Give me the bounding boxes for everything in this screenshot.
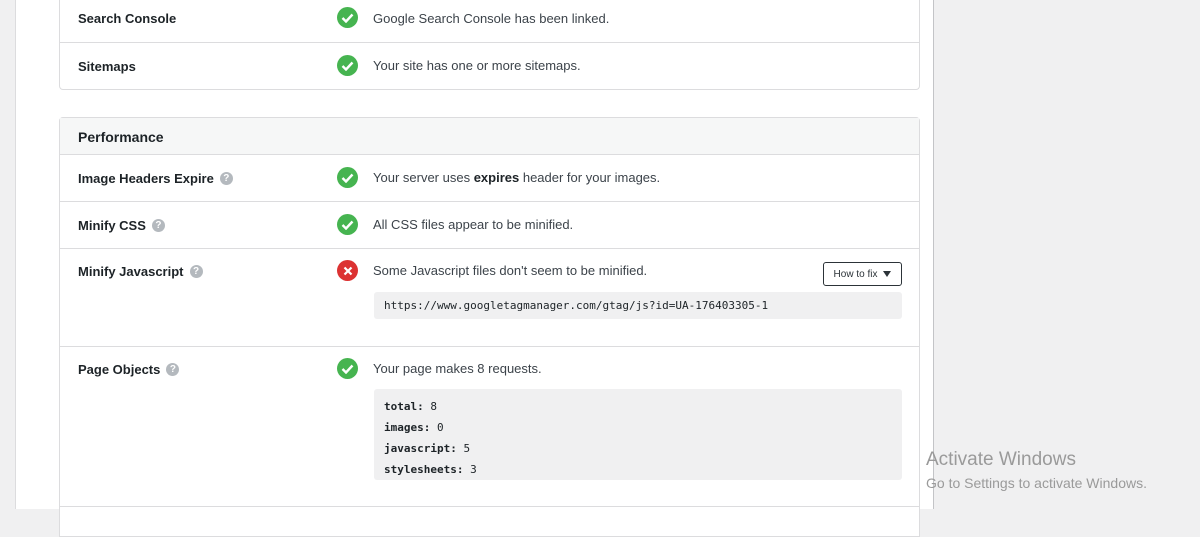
activate-windows-watermark: Activate Windows Go to Settings to activ… [926,449,1147,491]
message-text: header for your images. [519,170,661,185]
request-stats-box: total: 8 images: 0 javascript: 5 stylesh… [374,389,902,480]
unminified-url-box: https://www.googletagmanager.com/gtag/js… [374,292,902,319]
row-label-wrap: Minify CSS ? [78,218,165,233]
row-message: Your page makes 8 requests. [373,361,542,376]
help-icon[interactable]: ? [189,265,203,278]
row-image-headers-expire: Image Headers Expire ? Your server uses … [60,155,919,202]
row-minify-javascript: Minify Javascript ? Some Javascript file… [60,249,919,347]
row-sitemaps: Sitemaps Your site has one or more sitem… [60,43,919,90]
stat-value: 8 [430,400,437,413]
row-label: Search Console [78,11,177,26]
check-icon [337,7,358,28]
basic-seo-card: Search Console Google Search Console has… [59,0,920,90]
row-label-wrap: Image Headers Expire ? [78,171,233,186]
row-message: Your site has one or more sitemaps. [373,58,581,73]
row-label: Minify Javascript [78,264,184,279]
how-to-fix-button[interactable]: How to fix [823,262,902,286]
stat-value: 3 [470,463,477,476]
stat-value: 5 [463,442,471,455]
error-x-icon [337,260,358,281]
message-emphasis: expires [473,170,520,185]
row-search-console: Search Console Google Search Console has… [60,0,919,43]
row-message: All CSS files appear to be minified. [373,217,574,232]
row-label: Sitemaps [78,59,136,74]
stat-key: images: [384,421,431,434]
row-message: Some Javascript files don't seem to be m… [373,263,648,278]
content-panel: Search Console Google Search Console has… [15,0,934,537]
stat-line: stylesheets: 3 [384,459,892,480]
caret-down-icon [883,271,892,277]
watermark-title: Activate Windows [926,449,1076,470]
row-minify-css: Minify CSS ? All CSS files appear to be … [60,202,919,249]
performance-card: Performance Image Headers Expire ? Your … [59,117,920,537]
unminified-url: https://www.googletagmanager.com/gtag/js… [384,299,769,312]
row-label: Page Objects [78,362,161,377]
help-icon[interactable]: ? [166,363,180,376]
stat-key: javascript: [384,442,457,455]
stat-line: images: 0 [384,417,892,438]
stat-line: javascript: 5 [384,438,892,459]
stat-key: total: [384,400,424,413]
stat-key: stylesheets: [384,463,464,476]
row-message: Your server uses expires header for your… [373,170,660,185]
help-icon[interactable]: ? [151,219,165,232]
check-icon [337,214,358,235]
stat-line: total: 8 [384,396,892,417]
row-page-objects: Page Objects ? Your page makes 8 request… [60,347,919,507]
check-icon [337,358,358,379]
watermark-subtitle: Go to Settings to activate Windows. [926,475,1147,491]
button-label: How to fix [833,268,878,280]
row-message: Google Search Console has been linked. [373,11,610,26]
row-label-wrap: Minify Javascript ? [78,264,203,279]
message-text: Your server uses [373,170,474,185]
row-label: Image Headers Expire [78,171,214,186]
check-icon [337,55,358,76]
row-label: Minify CSS [78,218,146,233]
section-title: Performance [60,118,919,155]
check-icon [337,167,358,188]
stat-value: 0 [436,421,444,434]
help-icon[interactable]: ? [219,172,233,185]
row-label-wrap: Page Objects ? [78,362,180,377]
